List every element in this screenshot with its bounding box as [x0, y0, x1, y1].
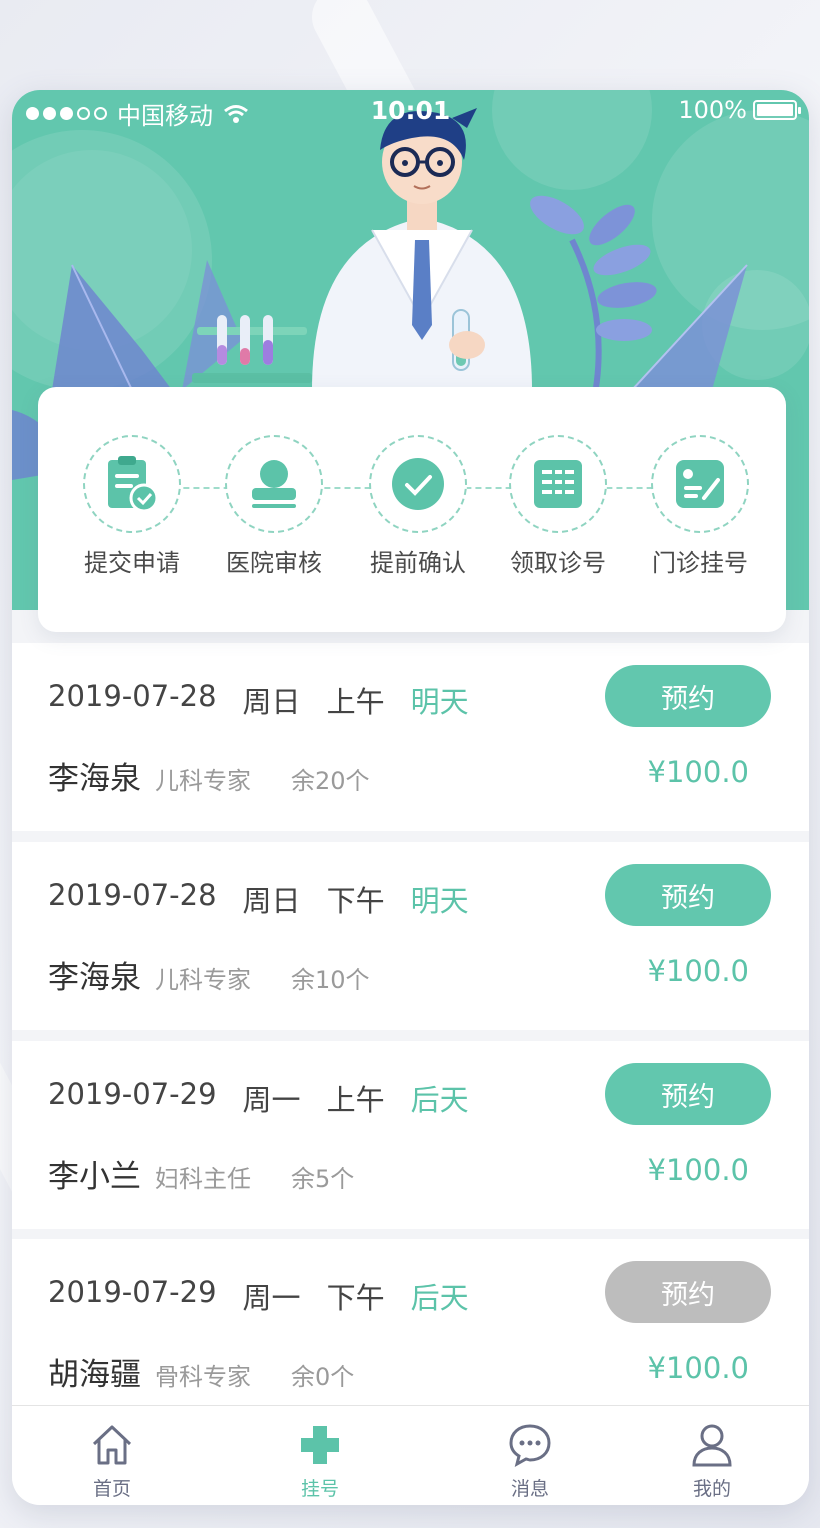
- tab-register[interactable]: 挂号: [260, 1420, 380, 1501]
- stamp-icon: [252, 460, 296, 508]
- tab-profile[interactable]: 我的: [652, 1420, 772, 1501]
- appointment-weekday: 周日: [242, 685, 301, 719]
- appointment-period: 下午: [326, 884, 385, 918]
- message-icon: [509, 1424, 551, 1467]
- appointment-period: 上午: [326, 1083, 385, 1117]
- tab-label: 我的: [692, 1478, 731, 1500]
- home-icon: [92, 1425, 132, 1465]
- appointment-date: 2019-07-29: [48, 1077, 217, 1111]
- step-label: 医院审核: [226, 549, 322, 577]
- bottom-tab-bar: 首页 挂号 消息 我的: [12, 1405, 809, 1505]
- tab-label: 首页: [92, 1478, 131, 1500]
- step-hospital-review[interactable]: 医院审核: [204, 435, 344, 578]
- remaining-slots: 余5个: [291, 1165, 355, 1193]
- appointment-row[interactable]: 2019-07-29 周一 上午 后天 李小兰 妇科主任 余5个 预约 ¥100…: [12, 1041, 809, 1229]
- appointment-period: 下午: [326, 1281, 385, 1315]
- doctor-name: 李小兰: [48, 1159, 141, 1195]
- step-get-number[interactable]: 领取诊号: [488, 435, 628, 578]
- tab-messages[interactable]: 消息: [470, 1420, 590, 1501]
- doctor-title: 儿科专家: [155, 767, 251, 795]
- price: ¥100.0: [647, 954, 749, 988]
- doctor-title: 骨科专家: [155, 1363, 251, 1391]
- remaining-slots: 余10个: [291, 966, 370, 994]
- number-list-icon: [534, 460, 582, 508]
- book-button[interactable]: 预约: [605, 1063, 771, 1125]
- doctor-title: 妇科主任: [155, 1165, 251, 1193]
- status-bar: 中国移动 10:01 100%: [12, 90, 809, 134]
- book-button[interactable]: 预约: [605, 665, 771, 727]
- medical-cross-icon: [301, 1426, 339, 1464]
- step-outpatient-register[interactable]: 门诊挂号: [630, 435, 770, 578]
- step-submit-application[interactable]: 提交申请: [62, 435, 202, 578]
- tab-label: 挂号: [300, 1478, 339, 1500]
- doctor-name: 胡海疆: [48, 1357, 141, 1393]
- price: ¥100.0: [647, 1351, 749, 1385]
- appointment-date: 2019-07-28: [48, 679, 217, 713]
- appointment-row[interactable]: 2019-07-28 周日 上午 明天 李海泉 儿科专家 余20个 预约 ¥10…: [12, 643, 809, 831]
- appointment-date: 2019-07-28: [48, 878, 217, 912]
- appointment-relative-day: 后天: [410, 1281, 469, 1315]
- edit-card-icon: [676, 460, 724, 508]
- step-label: 领取诊号: [510, 549, 606, 577]
- tab-label: 消息: [510, 1478, 549, 1500]
- battery-percent: 100%: [678, 96, 747, 124]
- check-circle-icon: [392, 458, 444, 510]
- user-icon: [692, 1424, 732, 1467]
- book-button[interactable]: 预约: [605, 864, 771, 926]
- phone-screen: 中国移动 10:01 100% 提交申请 医院审核 提前确认 领取诊号 门诊挂号…: [12, 90, 809, 1505]
- price: ¥100.0: [647, 755, 749, 789]
- appointment-relative-day: 明天: [410, 884, 469, 918]
- appointment-weekday: 周一: [242, 1083, 301, 1117]
- appointment-date: 2019-07-29: [48, 1275, 217, 1309]
- appointment-row[interactable]: 2019-07-29 周一 下午 后天 胡海疆 骨科专家 余0个 预约 ¥100…: [12, 1239, 809, 1427]
- remaining-slots: 余20个: [291, 767, 370, 795]
- appointment-row[interactable]: 2019-07-28 周日 下午 明天 李海泉 儿科专家 余10个 预约 ¥10…: [12, 842, 809, 1030]
- clipboard-check-icon: [108, 456, 159, 513]
- doctor-title: 儿科专家: [155, 966, 251, 994]
- price: ¥100.0: [647, 1153, 749, 1187]
- tab-home[interactable]: 首页: [52, 1420, 172, 1501]
- doctor-name: 李海泉: [48, 960, 141, 996]
- appointment-weekday: 周日: [242, 884, 301, 918]
- book-button-disabled[interactable]: 预约: [605, 1261, 771, 1323]
- remaining-slots: 余0个: [291, 1363, 355, 1391]
- appointment-period: 上午: [326, 685, 385, 719]
- appointment-relative-day: 后天: [410, 1083, 469, 1117]
- step-label: 提前确认: [370, 549, 466, 577]
- step-label: 提交申请: [84, 549, 180, 577]
- appointment-weekday: 周一: [242, 1281, 301, 1315]
- step-early-confirm[interactable]: 提前确认: [348, 435, 488, 578]
- doctor-name: 李海泉: [48, 761, 141, 797]
- battery-icon: [753, 100, 801, 120]
- step-label: 门诊挂号: [652, 549, 748, 577]
- process-steps-card: 提交申请 医院审核 提前确认 领取诊号 门诊挂号: [38, 387, 786, 632]
- appointment-relative-day: 明天: [410, 685, 469, 719]
